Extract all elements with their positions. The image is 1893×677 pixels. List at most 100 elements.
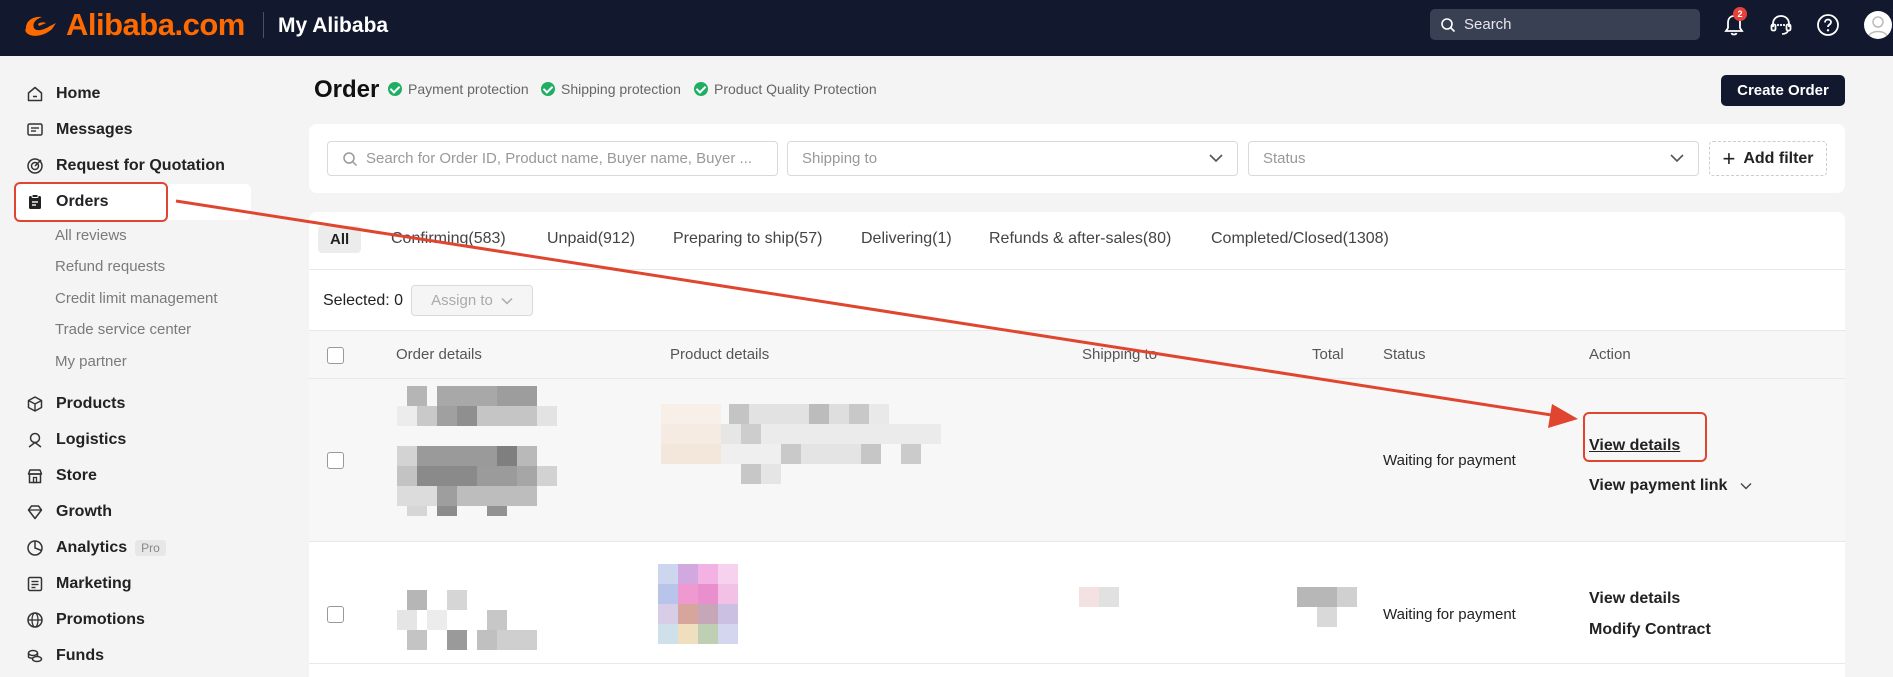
view-details-highlight-box	[1583, 412, 1707, 462]
column-total: Total	[1312, 346, 1344, 363]
sidebar-sub-credit-limit[interactable]: Credit limit management	[55, 290, 218, 307]
assign-to-label: Assign to	[431, 292, 493, 309]
top-navigation-bar: Alibaba.com My Alibaba 2	[0, 0, 1893, 56]
blurred-order-details	[397, 386, 563, 516]
status-placeholder: Status	[1263, 150, 1306, 167]
sidebar-item-messages[interactable]: Messages	[14, 112, 251, 148]
sidebar-item-marketing[interactable]: Marketing	[14, 566, 251, 602]
tab-unpaid[interactable]: Unpaid(912)	[547, 230, 635, 248]
pixelated-redaction-image	[658, 564, 738, 644]
sidebar-item-funds[interactable]: Funds	[14, 638, 251, 674]
select-all-checkbox[interactable]	[327, 347, 344, 364]
global-search[interactable]	[1430, 9, 1700, 40]
sidebar-item-label: Analytics	[56, 539, 128, 556]
row-checkbox[interactable]	[327, 452, 344, 469]
assign-to-button[interactable]: Assign to	[411, 285, 533, 316]
chevron-down-icon	[501, 297, 513, 305]
add-filter-button[interactable]: + Add filter	[1709, 141, 1827, 176]
shipping-to-select[interactable]: Shipping to	[787, 141, 1238, 176]
user-avatar[interactable]	[1864, 11, 1892, 39]
alibaba-logo[interactable]: Alibaba.com	[20, 7, 245, 42]
truck-icon	[28, 432, 42, 448]
create-order-button[interactable]: Create Order	[1721, 75, 1845, 106]
sidebar-sub-trade-service-center[interactable]: Trade service center	[55, 321, 191, 338]
sidebar-item-label: Promotions	[56, 611, 145, 628]
billboard-icon	[27, 576, 43, 592]
store-icon	[27, 469, 43, 484]
table-row: Waiting for payment View details Modify …	[309, 542, 1845, 664]
tab-confirming[interactable]: Confirming(583)	[391, 230, 506, 248]
headset-support-icon[interactable]	[1768, 12, 1794, 38]
column-product-details: Product details	[670, 346, 770, 363]
column-order-details: Order details	[396, 346, 482, 363]
sidebar-item-label: Request for Quotation	[56, 157, 225, 174]
selected-count: Selected: 0	[323, 292, 404, 309]
sidebar-item-store[interactable]: Store	[14, 458, 251, 494]
protection-badge-quality: Product Quality Protection	[694, 81, 877, 97]
logo-text: Alibaba.com	[66, 7, 245, 42]
sidebar-item-logistics[interactable]: Logistics	[14, 422, 251, 458]
column-status: Status	[1383, 346, 1426, 363]
row-checkbox[interactable]	[327, 606, 344, 623]
user-avatar-icon	[1868, 16, 1888, 37]
search-icon	[1441, 17, 1456, 32]
sidebar-item-growth[interactable]: Growth	[14, 494, 251, 530]
check-circle-icon	[541, 82, 555, 96]
pixelated-redaction-image	[661, 404, 941, 484]
sidebar-item-label: Home	[56, 85, 101, 102]
help-icon[interactable]	[1815, 12, 1841, 38]
table-header: Order details Product details Shipping t…	[309, 331, 1845, 379]
plus-icon: +	[1722, 145, 1736, 171]
home-icon	[27, 86, 43, 102]
filter-bar: Search for Order ID, Product name, Buyer…	[309, 124, 1845, 193]
pixelated-redaction-image	[397, 386, 557, 516]
alibaba-logo-mark-icon	[25, 16, 56, 36]
protection-badge-payment: Payment protection	[388, 81, 529, 97]
sidebar-item-label: Products	[56, 395, 126, 412]
sidebar-item-products[interactable]: Products	[14, 386, 251, 422]
modify-contract-link[interactable]: Modify Contract	[1589, 621, 1711, 639]
message-icon	[27, 123, 43, 136]
pie-chart-icon	[27, 540, 43, 556]
order-search-placeholder: Search for Order ID, Product name, Buyer…	[366, 150, 752, 167]
global-search-input[interactable]	[1464, 16, 1684, 33]
coins-icon	[27, 649, 43, 663]
sidebar-item-promotions[interactable]: Promotions	[14, 602, 251, 638]
sidebar-item-analytics[interactable]: Analytics Pro	[14, 530, 251, 566]
sidebar-sub-all-reviews[interactable]: All reviews	[55, 227, 127, 244]
view-payment-link[interactable]: View payment link	[1589, 477, 1752, 495]
shipping-to-placeholder: Shipping to	[802, 150, 878, 167]
tab-refunds[interactable]: Refunds & after-sales(80)	[989, 230, 1171, 248]
tab-completed-closed[interactable]: Completed/Closed(1308)	[1211, 230, 1389, 248]
tab-preparing-to-ship[interactable]: Preparing to ship(57)	[673, 230, 822, 248]
pixelated-redaction-image	[1297, 587, 1357, 627]
chevron-down-icon	[1740, 483, 1752, 490]
order-search-field[interactable]: Search for Order ID, Product name, Buyer…	[327, 141, 778, 176]
globe-icon	[27, 612, 43, 628]
tab-all[interactable]: All	[318, 226, 362, 253]
pixelated-redaction-image	[397, 590, 537, 650]
view-details-link[interactable]: View details	[1589, 590, 1680, 608]
blurred-product-image	[658, 564, 738, 644]
notification-badge: 2	[1733, 7, 1747, 21]
order-status-tabs: All Confirming(583) Unpaid(912) Preparin…	[309, 212, 1845, 270]
protection-label: Shipping protection	[561, 81, 681, 97]
chevron-down-icon	[1670, 154, 1684, 163]
blurred-order-details	[397, 590, 563, 650]
sidebar-item-home[interactable]: Home	[14, 76, 251, 112]
sidebar-item-rfq[interactable]: Request for Quotation	[14, 148, 251, 184]
blurred-shipping-to	[1079, 587, 1119, 607]
protection-badge-shipping: Shipping protection	[541, 81, 681, 97]
app-title[interactable]: My Alibaba	[278, 14, 388, 38]
column-shipping-to: Shipping to	[1082, 346, 1158, 363]
diamond-icon	[27, 505, 43, 520]
sidebar-sub-refund-requests[interactable]: Refund requests	[55, 258, 165, 275]
chevron-down-icon	[1209, 154, 1223, 163]
target-icon	[27, 158, 43, 174]
order-status: Waiting for payment	[1383, 452, 1516, 469]
status-select[interactable]: Status	[1248, 141, 1699, 176]
column-action: Action	[1589, 346, 1631, 363]
tab-delivering[interactable]: Delivering(1)	[861, 230, 952, 248]
protection-label: Payment protection	[408, 81, 529, 97]
sidebar-sub-my-partner[interactable]: My partner	[55, 353, 127, 370]
